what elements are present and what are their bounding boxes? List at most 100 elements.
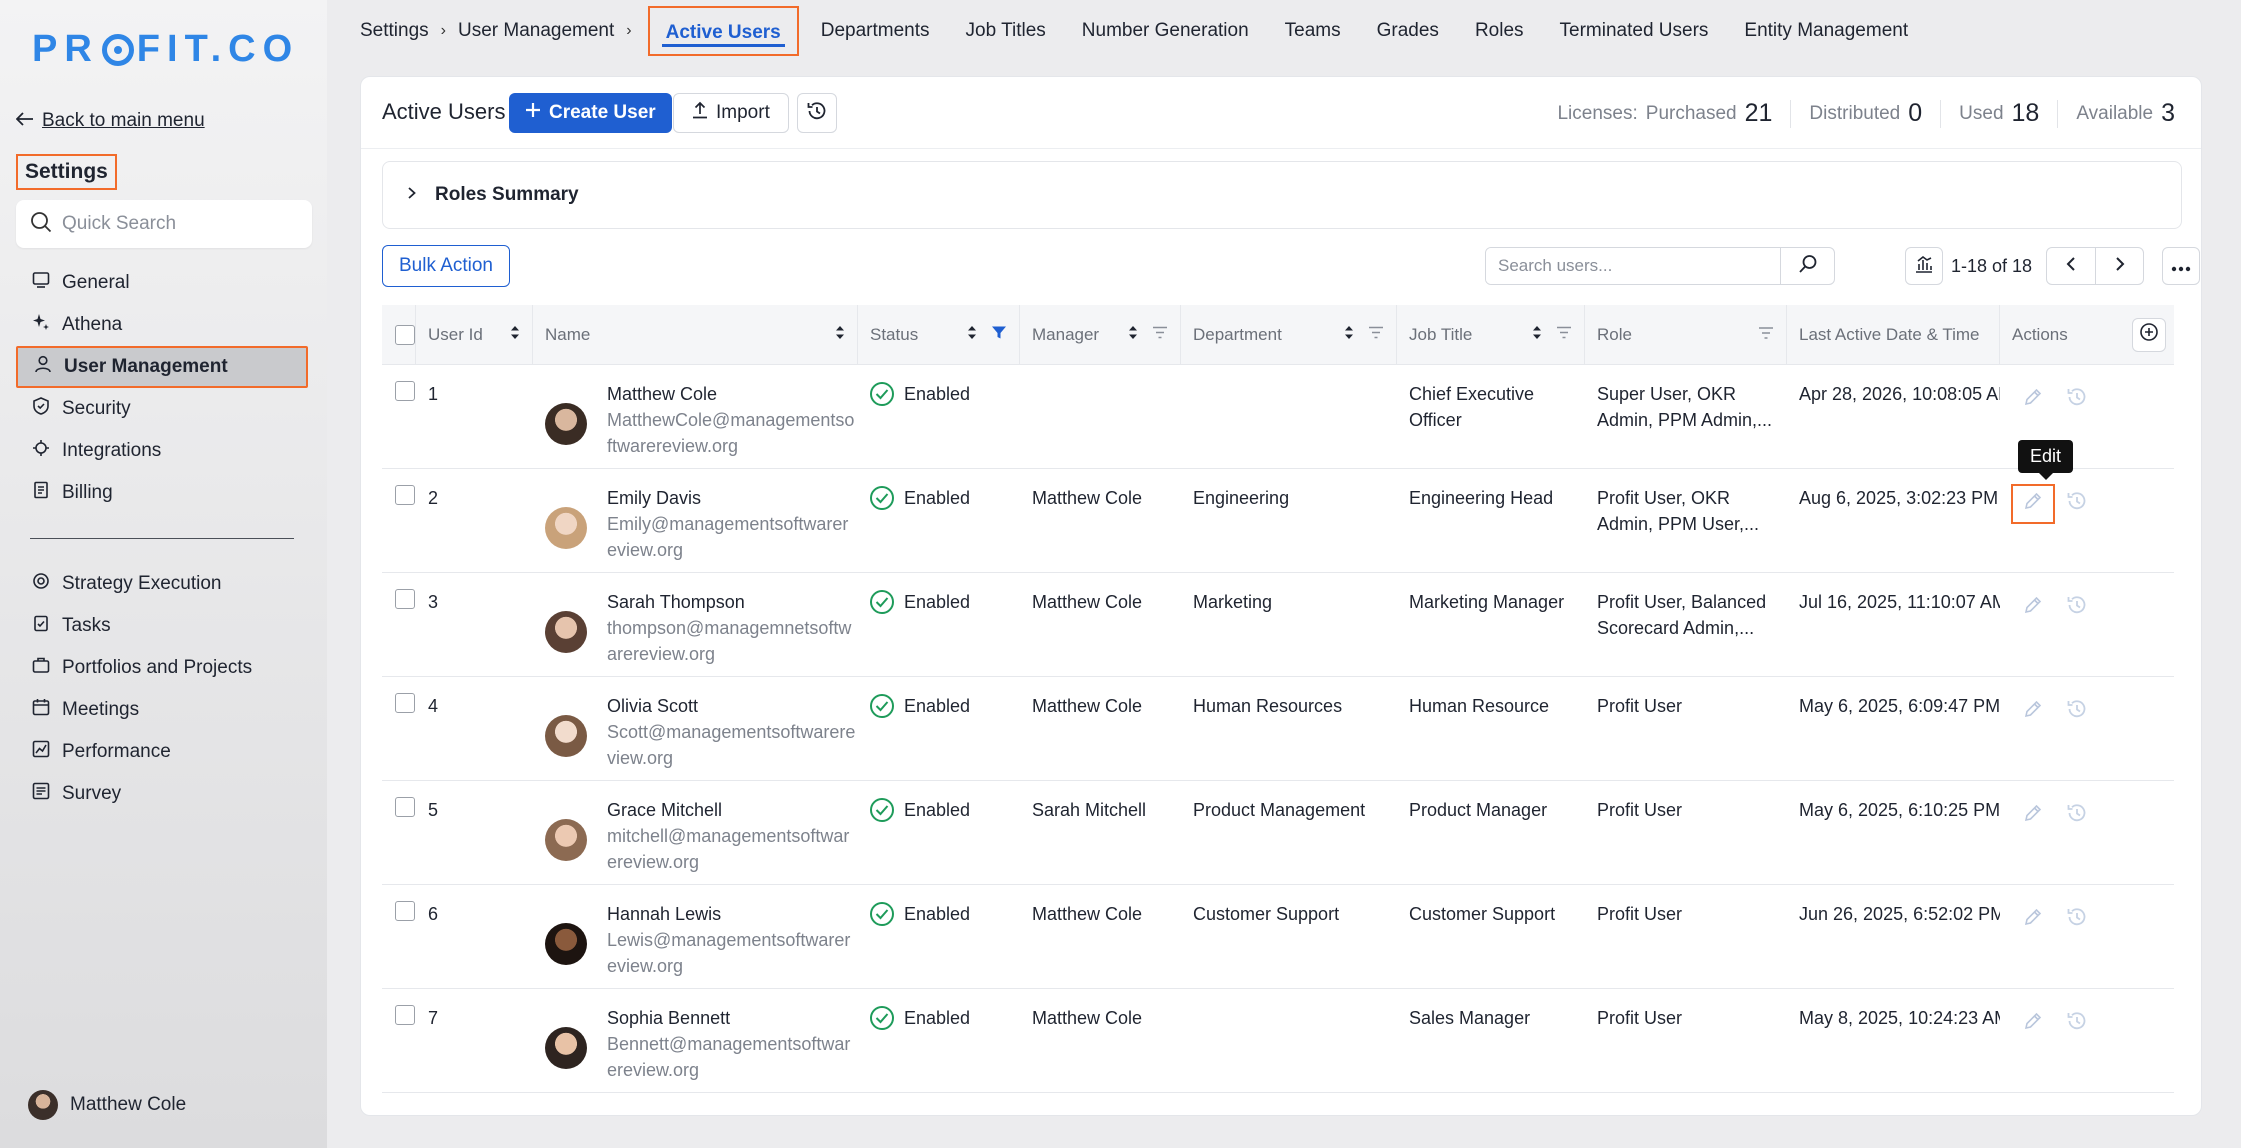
breadcrumb-settings[interactable]: Settings: [360, 20, 429, 42]
header-name[interactable]: Name: [533, 305, 858, 364]
sidebar-item-billing[interactable]: Billing: [16, 472, 308, 514]
header-status[interactable]: Status: [858, 305, 1020, 364]
row-checkbox[interactable]: [395, 1005, 415, 1025]
tab-entity-management[interactable]: Entity Management: [1726, 0, 1926, 62]
sidebar-item-label: Security: [62, 398, 131, 419]
table-row[interactable]: 3 Sarah Thompson thompson@managemnetsoftwa…: [382, 573, 2174, 677]
tab-job-titles[interactable]: Job Titles: [948, 0, 1064, 62]
tab-active-users[interactable]: Active Users: [647, 6, 799, 56]
history-button[interactable]: [2064, 803, 2090, 829]
table-row[interactable]: 7 Sophia Bennett Bennett@managementsoftwar…: [382, 989, 2174, 1093]
history-button[interactable]: [2064, 491, 2090, 517]
chevron-right-icon: [407, 184, 417, 206]
table-row[interactable]: 1 Matthew Cole MatthewCole@managementsoftw…: [382, 365, 2174, 469]
tab-teams[interactable]: Teams: [1267, 0, 1359, 62]
filter-active-icon[interactable]: [991, 324, 1007, 345]
history-button[interactable]: [2064, 387, 2090, 413]
sort-icon[interactable]: [1344, 324, 1354, 345]
add-column-button[interactable]: [2132, 317, 2166, 352]
search-users-button[interactable]: [1780, 248, 1834, 284]
edit-button[interactable]: [2011, 484, 2055, 524]
roles-summary-accordion[interactable]: Roles Summary: [382, 161, 2182, 229]
import-button[interactable]: Import: [673, 93, 789, 133]
header-department[interactable]: Department: [1181, 305, 1397, 364]
user-name[interactable]: Hannah Lewis: [607, 901, 857, 927]
history-button[interactable]: [2064, 595, 2090, 621]
table-row[interactable]: 6 Hannah Lewis Lewis@managementsoftwarerev…: [382, 885, 2174, 989]
history-button[interactable]: [2064, 1011, 2090, 1037]
history-button[interactable]: [797, 93, 837, 133]
pager-buttons: [2046, 247, 2145, 285]
next-page-button[interactable]: [2095, 248, 2143, 284]
user-name[interactable]: Matthew Cole: [607, 381, 857, 407]
edit-button[interactable]: [2020, 907, 2046, 933]
sidebar-item-tasks[interactable]: Tasks: [16, 605, 308, 647]
tab-grades[interactable]: Grades: [1359, 0, 1457, 62]
quick-search-input[interactable]: [62, 213, 292, 235]
sidebar-item-user-management[interactable]: User Management: [16, 346, 308, 388]
sidebar-item-integrations[interactable]: Integrations: [16, 430, 308, 472]
check-circle-icon: [870, 486, 894, 510]
history-button[interactable]: [2064, 907, 2090, 933]
bulk-action-button[interactable]: Bulk Action: [382, 245, 510, 287]
sidebar-item-meetings[interactable]: Meetings: [16, 689, 308, 731]
prev-page-button[interactable]: [2047, 248, 2095, 284]
table-row[interactable]: 5 Grace Mitchell mitchell@managementsoftwa…: [382, 781, 2174, 885]
user-id: 1: [428, 384, 439, 404]
user-name[interactable]: Grace Mitchell: [607, 797, 857, 823]
row-checkbox[interactable]: [395, 589, 415, 609]
row-checkbox[interactable]: [395, 485, 415, 505]
table-row[interactable]: 4 Olivia Scott Scott@managementsoftwarerev…: [382, 677, 2174, 781]
header-job-title[interactable]: Job Title: [1397, 305, 1585, 364]
edit-button[interactable]: [2020, 595, 2046, 621]
sidebar-item-strategy-execution[interactable]: Strategy Execution: [16, 563, 308, 605]
sidebar-item-portfolios-and-projects[interactable]: Portfolios and Projects: [16, 647, 308, 689]
row-checkbox[interactable]: [395, 901, 415, 921]
header-user-id[interactable]: User Id: [416, 305, 533, 364]
sort-icon[interactable]: [967, 324, 977, 345]
header-role[interactable]: Role: [1585, 305, 1787, 364]
breadcrumb-user-management[interactable]: User Management: [458, 20, 614, 42]
current-user[interactable]: Matthew Cole: [28, 1090, 186, 1120]
edit-button[interactable]: [2020, 699, 2046, 725]
sidebar-item-general[interactable]: General: [16, 262, 308, 304]
filter-icon[interactable]: [1556, 325, 1572, 345]
check-circle-icon: [870, 902, 894, 926]
user-name[interactable]: Sophia Bennett: [607, 1005, 857, 1031]
sidebar-item-athena[interactable]: Athena: [16, 304, 308, 346]
sort-icon[interactable]: [510, 324, 520, 345]
sidebar-item-security[interactable]: Security: [16, 388, 308, 430]
column-chart-button[interactable]: [1905, 247, 1943, 285]
more-options-button[interactable]: [2162, 247, 2201, 285]
sidebar-item-survey[interactable]: Survey: [16, 773, 308, 815]
tab-departments[interactable]: Departments: [803, 0, 948, 62]
row-checkbox[interactable]: [395, 797, 415, 817]
user-name[interactable]: Emily Davis: [607, 485, 857, 511]
edit-button[interactable]: [2020, 1011, 2046, 1037]
header-manager[interactable]: Manager: [1020, 305, 1181, 364]
edit-button[interactable]: [2020, 803, 2046, 829]
sort-icon[interactable]: [835, 324, 845, 345]
search-users-input[interactable]: [1486, 248, 1780, 284]
row-checkbox[interactable]: [395, 381, 415, 401]
tab-terminated-users[interactable]: Terminated Users: [1542, 0, 1727, 62]
back-to-main-menu-link[interactable]: Back to main menu: [15, 110, 205, 132]
user-name[interactable]: Olivia Scott: [607, 693, 857, 719]
user-name[interactable]: Sarah Thompson: [607, 589, 857, 615]
history-icon: [2066, 594, 2088, 623]
sort-icon[interactable]: [1128, 324, 1138, 345]
filter-icon[interactable]: [1368, 325, 1384, 345]
tab-number-generation[interactable]: Number Generation: [1064, 0, 1267, 62]
select-all-checkbox[interactable]: [394, 324, 415, 345]
table-row[interactable]: 2 Emily Davis Emily@managementsoftwarerevi…: [382, 469, 2174, 573]
header-last-active[interactable]: Last Active Date & Time: [1787, 305, 2000, 364]
tab-roles[interactable]: Roles: [1457, 0, 1542, 62]
create-user-button[interactable]: Create User: [509, 93, 672, 133]
sort-icon[interactable]: [1532, 324, 1542, 345]
filter-icon[interactable]: [1758, 325, 1774, 345]
edit-button[interactable]: [2020, 387, 2046, 413]
history-button[interactable]: [2064, 699, 2090, 725]
filter-icon[interactable]: [1152, 325, 1168, 345]
row-checkbox[interactable]: [395, 693, 415, 713]
sidebar-item-performance[interactable]: Performance: [16, 731, 308, 773]
